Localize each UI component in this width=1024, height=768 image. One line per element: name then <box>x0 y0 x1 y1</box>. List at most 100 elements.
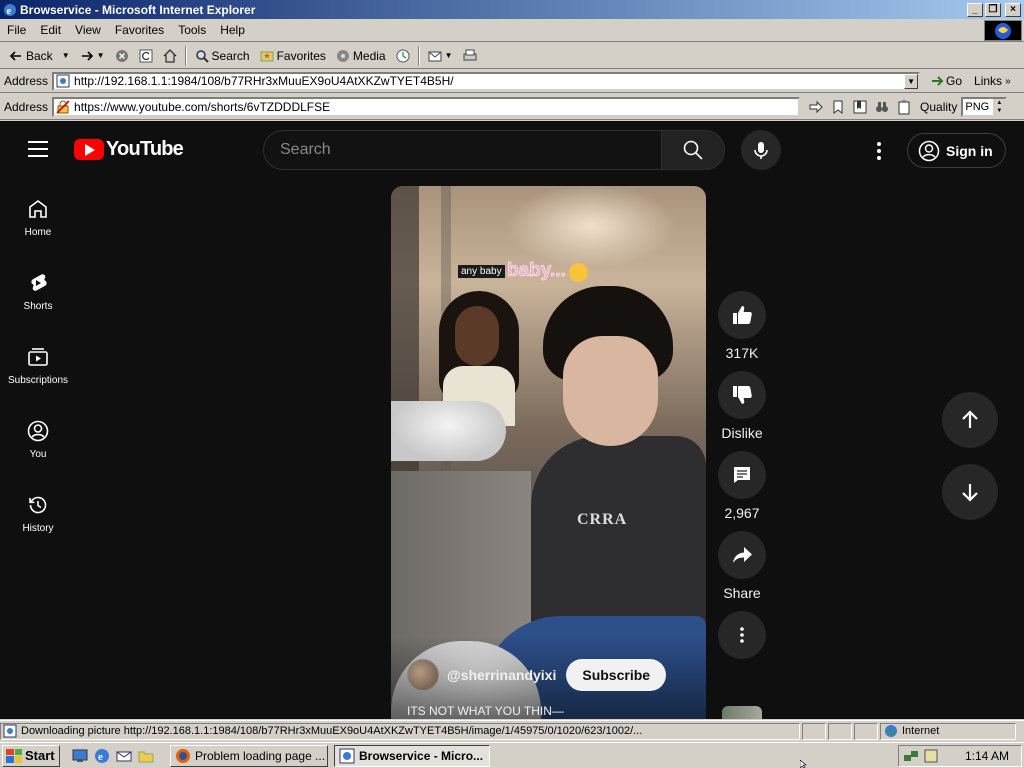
internet-globe-icon <box>885 725 897 737</box>
channel-avatar[interactable] <box>407 659 439 691</box>
tray-app-icon[interactable] <box>923 748 939 764</box>
video-title[interactable]: ITS NOT WHAT YOU THIN— <box>407 704 564 718</box>
sidebar-item-shorts[interactable]: Shorts <box>0 259 76 333</box>
print-button[interactable] <box>458 45 482 67</box>
ie-window-icon <box>339 748 355 763</box>
sidebar-item-label: Subscriptions <box>7 375 69 386</box>
bookmark-icon[interactable] <box>830 99 846 115</box>
explorer-folder-icon[interactable] <box>138 748 154 764</box>
outlook-express-icon[interactable] <box>116 748 132 764</box>
find-icon[interactable] <box>874 99 890 115</box>
security-zone[interactable]: Internet <box>880 722 1016 740</box>
svg-text:e: e <box>98 751 103 763</box>
toolbar-separator <box>417 45 420 66</box>
comment-count: 2,967 <box>724 505 760 521</box>
standard-toolbar: Back ▼ ▼ Search Favorites Media ▼ <box>0 43 1024 69</box>
youtube-logo-text: YouTube <box>106 138 184 160</box>
shorts-video-player[interactable]: CRRA any baby baby... @sherrinandyixi Su… <box>391 186 706 719</box>
ie-quicklaunch-icon[interactable]: e <box>94 748 110 764</box>
firefox-icon <box>176 748 190 763</box>
status-cell <box>802 722 826 740</box>
start-button[interactable]: Start <box>2 744 60 767</box>
home-button[interactable] <box>158 45 182 67</box>
sidebar-item-home[interactable]: Home <box>0 185 76 259</box>
settings-more-icon[interactable] <box>866 138 892 164</box>
network-icon[interactable] <box>903 748 919 764</box>
taskbar-item-firefox[interactable]: Problem loading page ... <box>170 744 328 767</box>
zone-label: Internet <box>902 725 940 737</box>
windows-taskbar: Start e Problem loading page ... Browser… <box>0 742 1024 768</box>
menu-tools[interactable]: Tools <box>171 23 213 37</box>
clipboard-icon[interactable] <box>896 99 912 115</box>
taskbar-clock[interactable]: 1:14 AM <box>965 749 1009 763</box>
sign-in-label: Sign in <box>946 142 993 159</box>
download-page-icon <box>3 724 17 738</box>
sidebar-item-you[interactable]: You <box>0 407 76 481</box>
voice-search-button[interactable] <box>741 130 781 170</box>
back-label: Back <box>26 48 53 63</box>
inner-url-input[interactable]: https://www.youtube.com/shorts/6vTZDDDLF… <box>52 96 801 117</box>
ie-address-bar: Address http://192.168.1.1:1984/108/b77R… <box>0 70 1024 93</box>
quality-select[interactable]: PNG ▲ ▼ <box>961 96 1008 117</box>
address-dropdown-icon[interactable]: ▼ <box>904 73 919 89</box>
sidebar-item-history[interactable]: History <box>0 481 76 555</box>
search-submit-button[interactable] <box>661 130 725 170</box>
system-tray: 1:14 AM <box>898 745 1022 767</box>
bookmarks-list-icon[interactable] <box>852 99 868 115</box>
back-dropdown-icon[interactable]: ▼ <box>62 51 70 60</box>
video-person-face <box>455 306 499 366</box>
forward-dropdown-icon[interactable]: ▼ <box>97 51 105 60</box>
taskbar-item-browservice[interactable]: Browservice - Micro... <box>334 744 490 767</box>
quality-spinner-icon[interactable]: ▲ ▼ <box>993 98 1006 115</box>
sidebar-item-subscriptions[interactable]: Subscriptions <box>0 333 76 407</box>
links-button[interactable]: Links <box>974 74 1002 88</box>
more-options-button[interactable] <box>718 611 766 659</box>
quick-launch: e <box>72 748 154 764</box>
channel-name[interactable]: @sherrinandyixi <box>447 667 556 683</box>
restore-button[interactable]: ❐ <box>985 2 1001 17</box>
favorites-icon <box>260 51 274 61</box>
search-icon <box>195 49 209 63</box>
print-icon <box>463 49 477 60</box>
next-video-thumbnail[interactable] <box>722 706 762 719</box>
dislike-button[interactable] <box>718 371 766 419</box>
navigate-go-icon[interactable] <box>808 99 824 115</box>
ie-url-input[interactable]: http://192.168.1.1:1984/108/b77RHr3xMuuE… <box>52 71 921 91</box>
youtube-logo[interactable]: YouTube <box>74 138 184 161</box>
search-input[interactable]: Search <box>263 130 661 170</box>
mail-dropdown-icon[interactable]: ▼ <box>445 51 453 60</box>
favorites-button[interactable]: Favorites <box>255 45 331 67</box>
taskbar-item-label: Browservice - Micro... <box>359 748 484 763</box>
yt-header: YouTube Search Sign in <box>0 121 1024 179</box>
menu-favorites[interactable]: Favorites <box>108 23 171 37</box>
search-button[interactable]: Search <box>190 45 255 67</box>
close-button[interactable]: × <box>1005 2 1021 17</box>
stop-button[interactable] <box>110 45 134 67</box>
sign-in-button[interactable]: Sign in <box>907 133 1006 168</box>
menu-edit[interactable]: Edit <box>33 23 68 37</box>
menu-help[interactable]: Help <box>213 23 252 37</box>
refresh-button[interactable] <box>134 45 158 67</box>
go-button[interactable]: Go <box>930 74 962 88</box>
next-video-button[interactable] <box>942 464 998 520</box>
previous-video-button[interactable] <box>942 392 998 448</box>
window-titlebar[interactable]: e Browservice - Microsoft Internet Explo… <box>0 0 1024 19</box>
media-button[interactable]: Media <box>331 45 391 67</box>
minimize-button[interactable]: _ <box>967 2 983 17</box>
back-button[interactable]: Back ▼ <box>4 45 75 67</box>
share-button[interactable] <box>718 531 766 579</box>
comments-button[interactable] <box>718 451 766 499</box>
links-chevron-icon[interactable]: » <box>1005 76 1011 87</box>
video-sink <box>391 401 506 461</box>
arrow-up-icon <box>962 410 978 428</box>
history-button[interactable] <box>391 45 415 67</box>
forward-button[interactable]: ▼ <box>75 45 110 67</box>
like-button[interactable] <box>718 291 766 339</box>
subscribe-button[interactable]: Subscribe <box>566 659 667 691</box>
menu-hamburger-icon[interactable] <box>28 141 48 157</box>
show-desktop-icon[interactable] <box>72 748 88 764</box>
menu-view[interactable]: View <box>68 23 108 37</box>
home-icon <box>29 200 47 218</box>
menu-file[interactable]: File <box>0 23 33 37</box>
mail-button[interactable]: ▼ <box>423 45 458 67</box>
